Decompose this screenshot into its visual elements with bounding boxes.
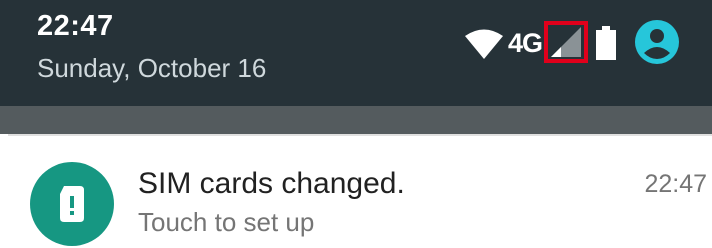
cell-signal-icon[interactable] [550,27,582,58]
notification-time: 22:47 [644,170,707,198]
sim-card-alert-icon [30,162,114,246]
account-icon[interactable] [635,20,679,64]
notification-card[interactable]: SIM cards changed. Touch to set up 22:47 [8,134,712,248]
notification-shade: 22:47 Sunday, October 16 4G SIM cards ch… [0,0,712,248]
clock: 22:47 [37,10,114,42]
notification-title: SIM cards changed. [138,167,405,200]
battery-icon[interactable] [595,26,617,60]
notification-text: Touch to set up [138,207,315,237]
quick-settings-header: 22:47 Sunday, October 16 4G [0,0,712,106]
sim-card-icon [60,186,84,222]
wifi-icon[interactable] [464,28,504,60]
date-label[interactable]: Sunday, October 16 [37,53,266,83]
network-type-label: 4G [508,28,543,58]
header-shadow [0,106,712,134]
